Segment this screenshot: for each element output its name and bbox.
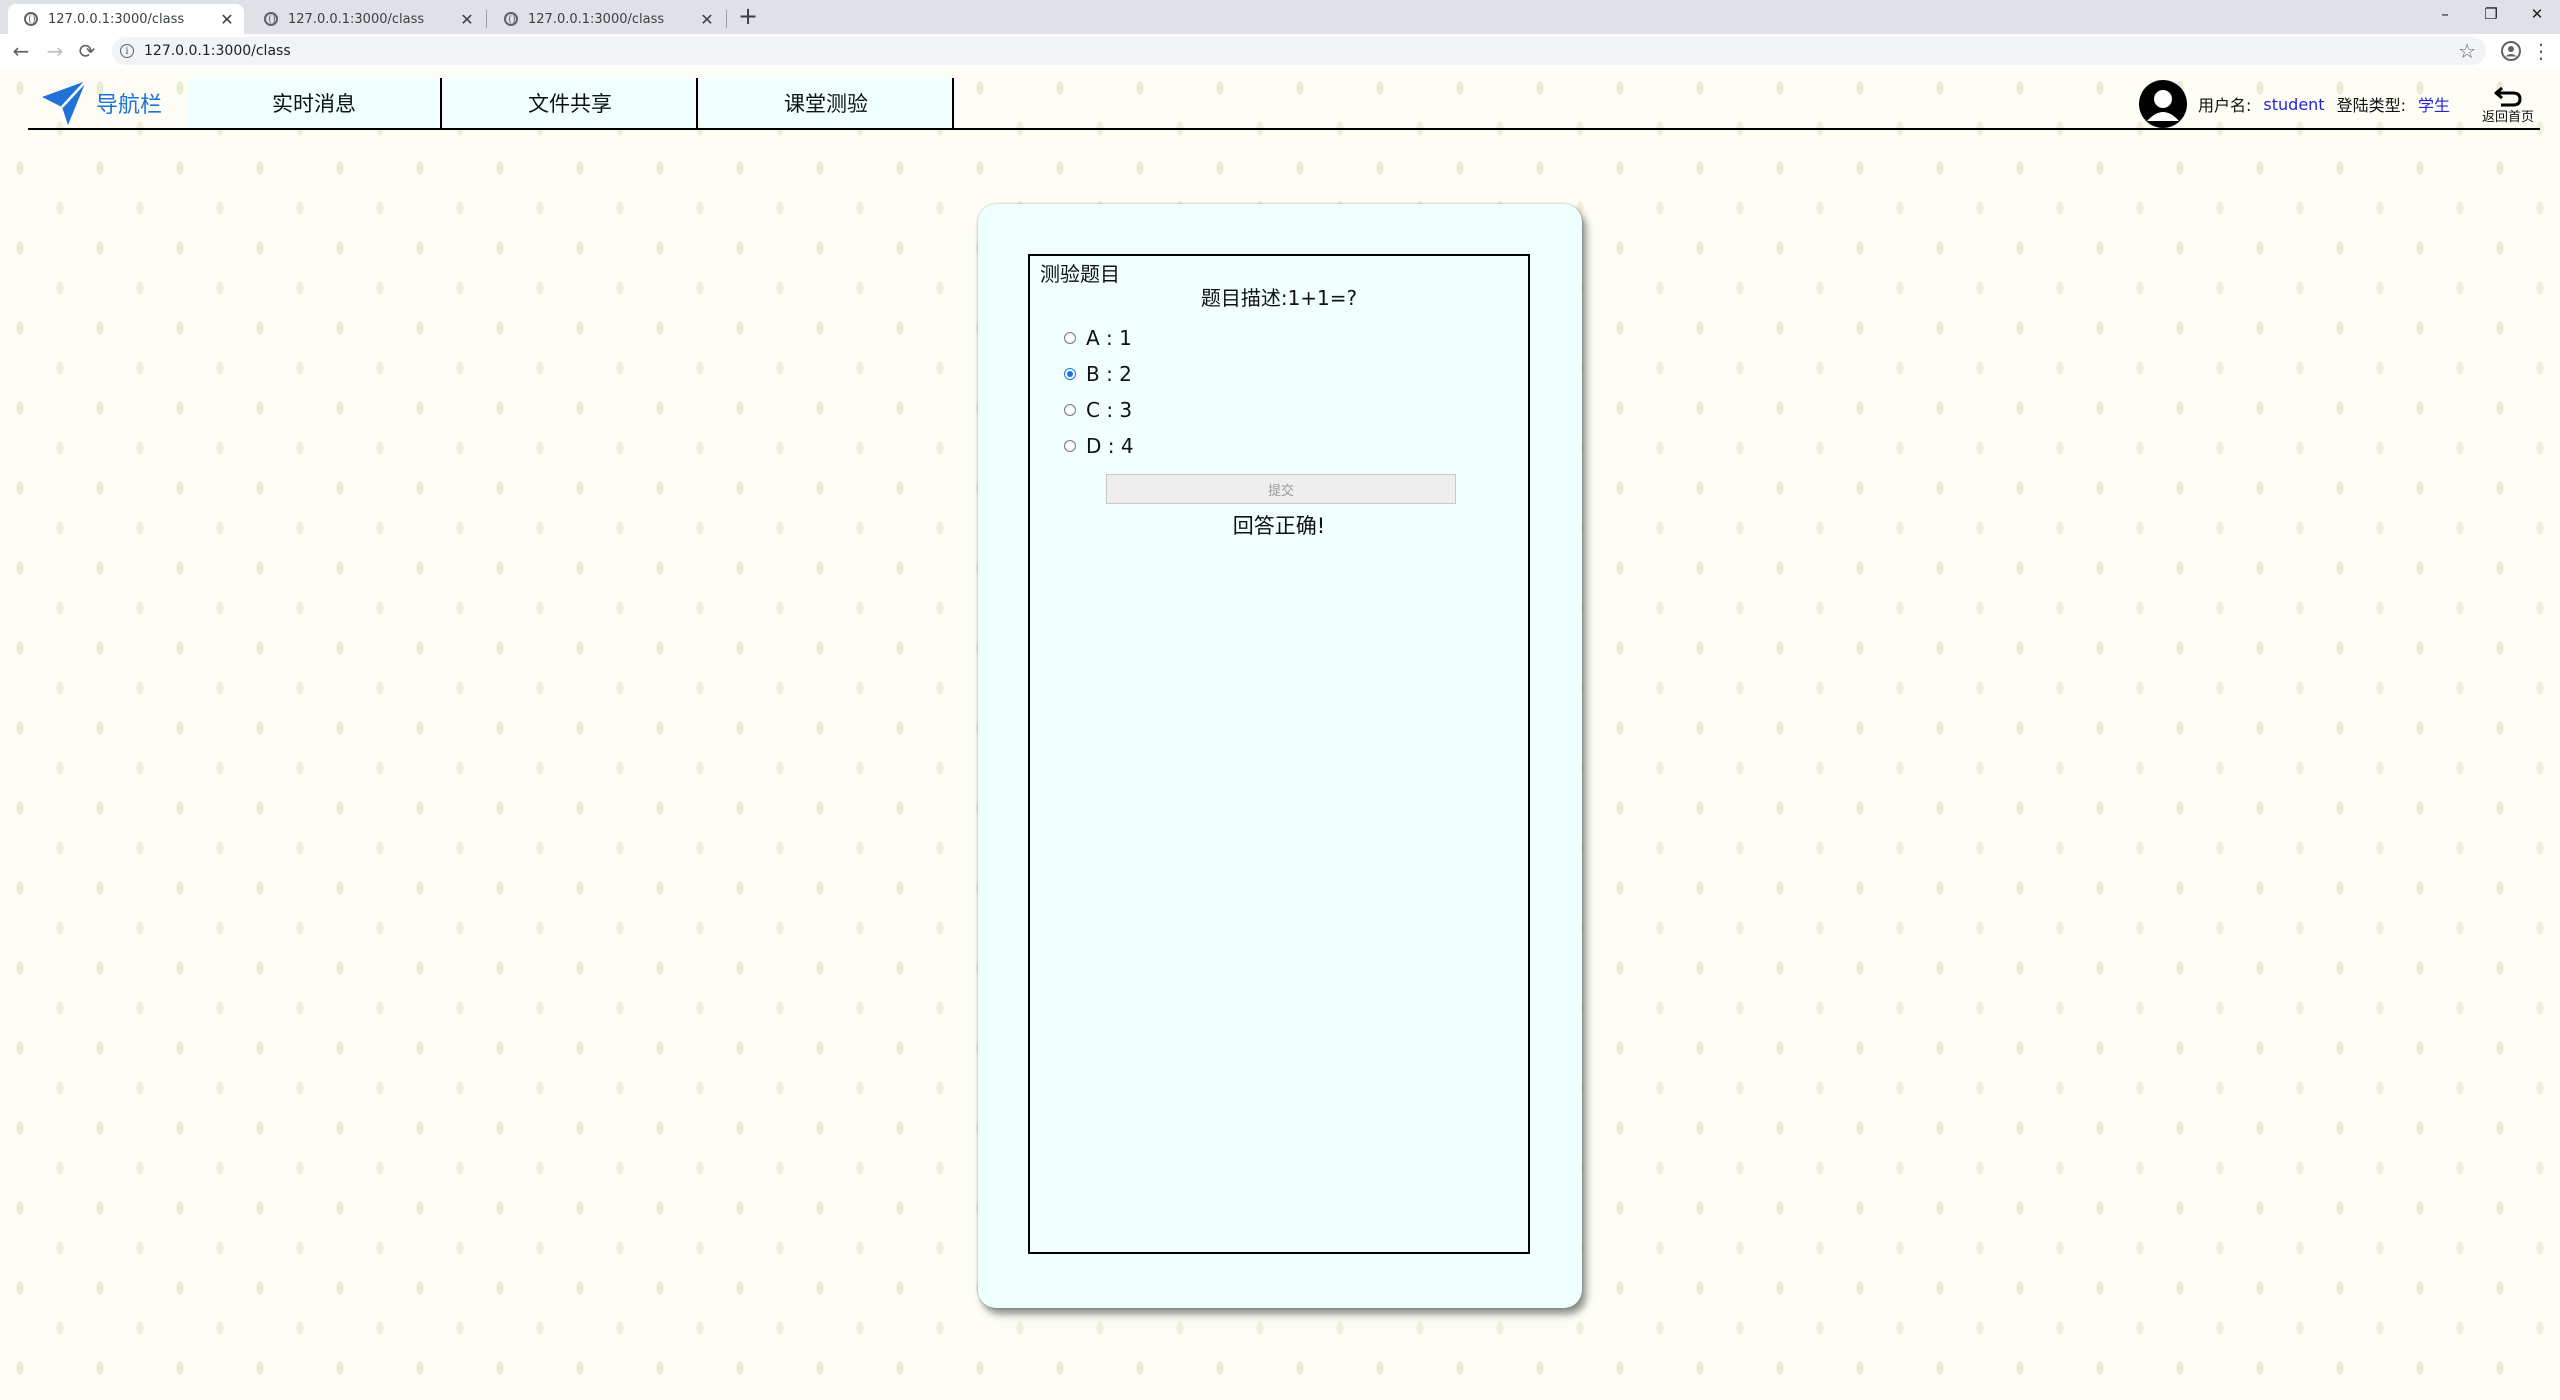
globe-icon bbox=[504, 12, 518, 26]
tab-title: 127.0.0.1:3000/class bbox=[48, 11, 185, 27]
nav-item-class-quiz[interactable]: 课堂测验 bbox=[700, 78, 954, 128]
login-type-label: 登陆类型: bbox=[2336, 96, 2406, 115]
page-body: 导航栏 实时消息 文件共享 课堂测验 用户名: student 登陆类型: 学生… bbox=[0, 68, 2560, 1400]
back-arrow-icon[interactable]: ← bbox=[8, 38, 34, 64]
option-c-radio[interactable] bbox=[1064, 404, 1076, 416]
globe-icon bbox=[24, 12, 38, 26]
url-text[interactable]: 127.0.0.1:3000/class bbox=[144, 43, 2458, 59]
option-b-label: B : 2 bbox=[1086, 362, 1132, 386]
avatar-icon bbox=[2139, 80, 2187, 128]
option-d-radio[interactable] bbox=[1064, 440, 1076, 452]
site-navbar: 导航栏 实时消息 文件共享 课堂测验 用户名: student 登陆类型: 学生… bbox=[28, 78, 2540, 130]
kebab-menu-icon[interactable]: ⋮ bbox=[2528, 38, 2554, 64]
option-b-radio[interactable] bbox=[1064, 368, 1076, 380]
star-icon[interactable]: ☆ bbox=[2458, 39, 2476, 63]
tab-separator bbox=[726, 10, 727, 28]
option-b[interactable]: B : 2 bbox=[1064, 362, 1132, 386]
browser-tab-2[interactable]: 127.0.0.1:3000/class ✕ bbox=[248, 4, 484, 34]
close-tab-icon[interactable]: ✕ bbox=[696, 10, 718, 29]
forward-arrow-icon[interactable]: → bbox=[42, 38, 68, 64]
login-type-value: 学生 bbox=[2417, 96, 2450, 115]
tab-title: 127.0.0.1:3000/class bbox=[288, 11, 425, 27]
tab-separator bbox=[486, 10, 487, 28]
quiz-fieldset: 测验题目 题目描述:1+1=? A : 1 B : 2 C : 3 D : 4 … bbox=[1028, 254, 1530, 1254]
profile-icon[interactable] bbox=[2498, 38, 2524, 64]
close-window-button[interactable]: ✕ bbox=[2514, 0, 2560, 28]
restore-button[interactable]: ❐ bbox=[2468, 0, 2514, 28]
new-tab-button[interactable]: + bbox=[736, 2, 760, 30]
profile-svg bbox=[2501, 41, 2521, 61]
paper-plane-icon bbox=[42, 80, 87, 125]
username-label: 用户名: bbox=[2198, 96, 2252, 115]
reload-icon[interactable]: ⟳ bbox=[74, 38, 100, 64]
back-home-button[interactable]: 返回首页 bbox=[2476, 78, 2540, 130]
globe-icon bbox=[264, 12, 278, 26]
nav-item-realtime-messages[interactable]: 实时消息 bbox=[188, 78, 442, 128]
browser-tab-3[interactable]: 127.0.0.1:3000/class ✕ bbox=[488, 4, 724, 34]
quiz-question: 题目描述:1+1=? bbox=[1200, 286, 1358, 310]
minimize-button[interactable]: – bbox=[2422, 0, 2468, 28]
option-c-label: C : 3 bbox=[1086, 398, 1133, 422]
option-d-label: D : 4 bbox=[1086, 434, 1134, 458]
option-a[interactable]: A : 1 bbox=[1064, 326, 1132, 350]
close-tab-icon[interactable]: ✕ bbox=[456, 10, 478, 29]
quiz-card: 测验题目 题目描述:1+1=? A : 1 B : 2 C : 3 D : 4 … bbox=[978, 204, 1582, 1308]
browser-chrome: 127.0.0.1:3000/class ✕ 127.0.0.1:3000/cl… bbox=[0, 0, 2560, 68]
address-bar[interactable]: i 127.0.0.1:3000/class ☆ bbox=[112, 37, 2486, 65]
option-c[interactable]: C : 3 bbox=[1064, 398, 1132, 422]
info-icon[interactable]: i bbox=[120, 44, 134, 58]
back-home-label: 返回首页 bbox=[2481, 109, 2534, 125]
tab-strip: 127.0.0.1:3000/class ✕ 127.0.0.1:3000/cl… bbox=[0, 0, 2560, 34]
option-a-label: A : 1 bbox=[1086, 326, 1132, 350]
option-d[interactable]: D : 4 bbox=[1064, 434, 1134, 458]
browser-toolbar: ← → ⟳ i 127.0.0.1:3000/class ☆ ⋮ bbox=[0, 34, 2560, 68]
tab-title: 127.0.0.1:3000/class bbox=[528, 11, 665, 27]
browser-tab-1[interactable]: 127.0.0.1:3000/class ✕ bbox=[8, 4, 244, 34]
submit-button[interactable]: 提交 bbox=[1106, 474, 1456, 504]
return-arrow-icon bbox=[2494, 86, 2522, 106]
close-tab-icon[interactable]: ✕ bbox=[216, 10, 238, 29]
brand[interactable]: 导航栏 bbox=[38, 78, 198, 128]
brand-text: 导航栏 bbox=[96, 93, 163, 118]
nav-item-file-sharing[interactable]: 文件共享 bbox=[444, 78, 698, 128]
option-a-radio[interactable] bbox=[1064, 332, 1076, 344]
result-message: 回答正确! bbox=[1232, 514, 1326, 538]
user-area: 用户名: student 登陆类型: 学生 返回首页 bbox=[2138, 78, 2540, 130]
username-value: student bbox=[2263, 94, 2325, 114]
